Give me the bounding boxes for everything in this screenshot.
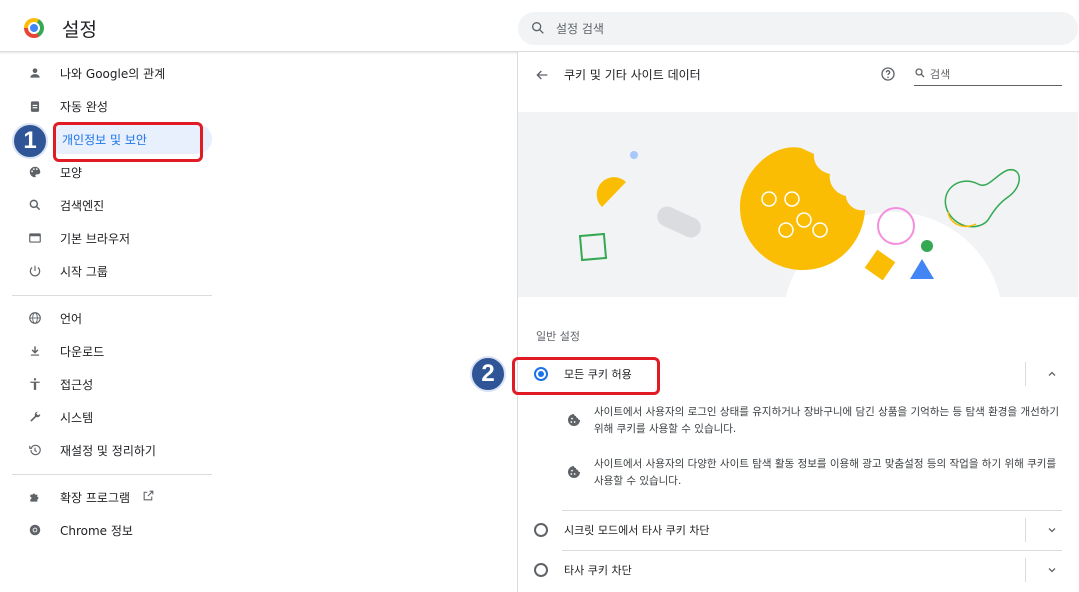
subpage-search-placeholder: 검색: [930, 68, 951, 81]
description-text: 사이트에서 사용자의 다양한 사이트 탐색 활동 정보를 이용해 광고 맞춤설정…: [594, 458, 1057, 487]
option-label: 타사 쿠키 차단: [564, 564, 632, 577]
main-content: 쿠키 및 기타 사이트 데이터 검색 일반 설정 모든 쿠키 허용 사이트에서 …: [517, 52, 1078, 592]
clipboard-icon: [26, 97, 44, 115]
accessibility-icon: [26, 375, 44, 393]
chevron-down-icon[interactable]: [1046, 564, 1058, 576]
settings-search-input[interactable]: 설정 검색: [518, 12, 1078, 45]
chevron-up-icon[interactable]: [1046, 368, 1058, 380]
settings-window: 설정 설정 검색 나와 Google의 관계 자동 완성 개인정보 및 보안 모…: [0, 0, 1079, 592]
callout-highlight-allow-all: [512, 357, 660, 395]
option-separator: [1025, 362, 1026, 386]
sidebar-item-label: 모양: [60, 165, 83, 180]
app-title: 설정: [62, 19, 97, 41]
option-block-third-party-incognito[interactable]: 시크릿 모드에서 타사 쿠키 차단: [518, 510, 1078, 550]
sidebar-item-label: 확장 프로그램: [60, 490, 131, 505]
browser-icon: [26, 229, 44, 247]
back-arrow-icon[interactable]: [534, 67, 550, 83]
wrench-icon: [26, 408, 44, 426]
description-text: 사이트에서 사용자의 로그인 상태를 유지하거나 장바구니에 담긴 상품을 기억…: [594, 406, 1060, 435]
sidebar-item-on-startup[interactable]: 시작 그룹: [10, 256, 212, 286]
person-icon: [26, 64, 44, 82]
option-label: 시크릿 모드에서 타사 쿠키 차단: [564, 524, 710, 537]
search-icon: [532, 21, 544, 34]
open-in-new-icon: [142, 489, 155, 505]
sidebar-item-label: 시작 그룹: [60, 264, 108, 279]
chrome-logo-icon: [24, 18, 44, 38]
sidebar-item-label: 기본 브라우저: [60, 231, 131, 246]
sidebar-item-label: 접근성: [60, 377, 94, 392]
sidebar-item-extensions[interactable]: 확장 프로그램: [10, 482, 212, 512]
sidebar-item-label: 나와 Google의 관계: [60, 66, 166, 81]
callout-number-2: 2: [470, 356, 506, 392]
cookie-illustration: [518, 112, 1078, 297]
sidebar-item-label: 언어: [60, 311, 83, 326]
search-icon: [915, 68, 925, 78]
globe-icon: [26, 309, 44, 327]
option-block-third-party[interactable]: 타사 쿠키 차단: [518, 550, 1078, 590]
search-icon: [26, 196, 44, 214]
sidebar-item-label: 자동 완성: [60, 99, 108, 114]
radio-block-third-party[interactable]: [534, 563, 548, 577]
option-separator: [1025, 518, 1026, 542]
sidebar-divider: [12, 295, 212, 296]
page-title: 쿠키 및 기타 사이트 데이터: [564, 68, 701, 82]
sidebar-divider: [12, 474, 212, 475]
callout-highlight-privacy: [53, 122, 203, 162]
option-separator: [1025, 558, 1026, 582]
power-icon: [26, 262, 44, 280]
history-icon: [26, 441, 44, 459]
sidebar-item-autofill[interactable]: 자동 완성: [10, 91, 212, 121]
sidebar-item-label: 검색엔진: [60, 198, 105, 213]
description-item: 사이트에서 사용자의 로그인 상태를 유지하거나 장바구니에 담긴 상품을 기억…: [562, 402, 1062, 446]
callout-number-1: 1: [12, 123, 48, 159]
palette-icon: [26, 163, 44, 181]
sidebar-item-label: 시스템: [60, 410, 94, 425]
chrome-icon: [26, 521, 44, 539]
sidebar-item-label: Chrome 정보: [60, 523, 133, 538]
sidebar-item-search-engine[interactable]: 검색엔진: [10, 190, 212, 220]
sidebar-item-about-chrome[interactable]: Chrome 정보: [10, 515, 212, 545]
section-label: 일반 설정: [536, 330, 580, 343]
description-item: 사이트에서 사용자의 다양한 사이트 탐색 활동 정보를 이용해 광고 맞춤설정…: [562, 454, 1062, 498]
top-bar: 설정 설정 검색: [0, 0, 1079, 52]
radio-block-incognito[interactable]: [534, 523, 548, 537]
cookie-icon: [568, 414, 580, 426]
sidebar-item-default-browser[interactable]: 기본 브라우저: [10, 223, 212, 253]
sidebar-item-system[interactable]: 시스템: [10, 402, 212, 432]
search-placeholder: 설정 검색: [556, 22, 604, 36]
help-icon[interactable]: [880, 66, 896, 82]
sidebar-item-label: 재설정 및 정리하기: [60, 443, 156, 458]
puzzle-icon: [26, 488, 44, 506]
subpage-search-input[interactable]: 검색: [914, 62, 1062, 86]
sidebar-item-languages[interactable]: 언어: [10, 303, 212, 333]
sidebar-item-downloads[interactable]: 다운로드: [10, 336, 212, 366]
sidebar-item-you-and-google[interactable]: 나와 Google의 관계: [10, 58, 212, 88]
cookie-icon: [568, 466, 580, 478]
sidebar-item-reset[interactable]: 재설정 및 정리하기: [10, 435, 212, 465]
sidebar-item-accessibility[interactable]: 접근성: [10, 369, 212, 399]
subpage-header: 쿠키 및 기타 사이트 데이터 검색: [518, 52, 1078, 108]
chevron-down-icon[interactable]: [1046, 524, 1058, 536]
sidebar-item-label: 다운로드: [60, 344, 105, 359]
download-icon: [26, 342, 44, 360]
